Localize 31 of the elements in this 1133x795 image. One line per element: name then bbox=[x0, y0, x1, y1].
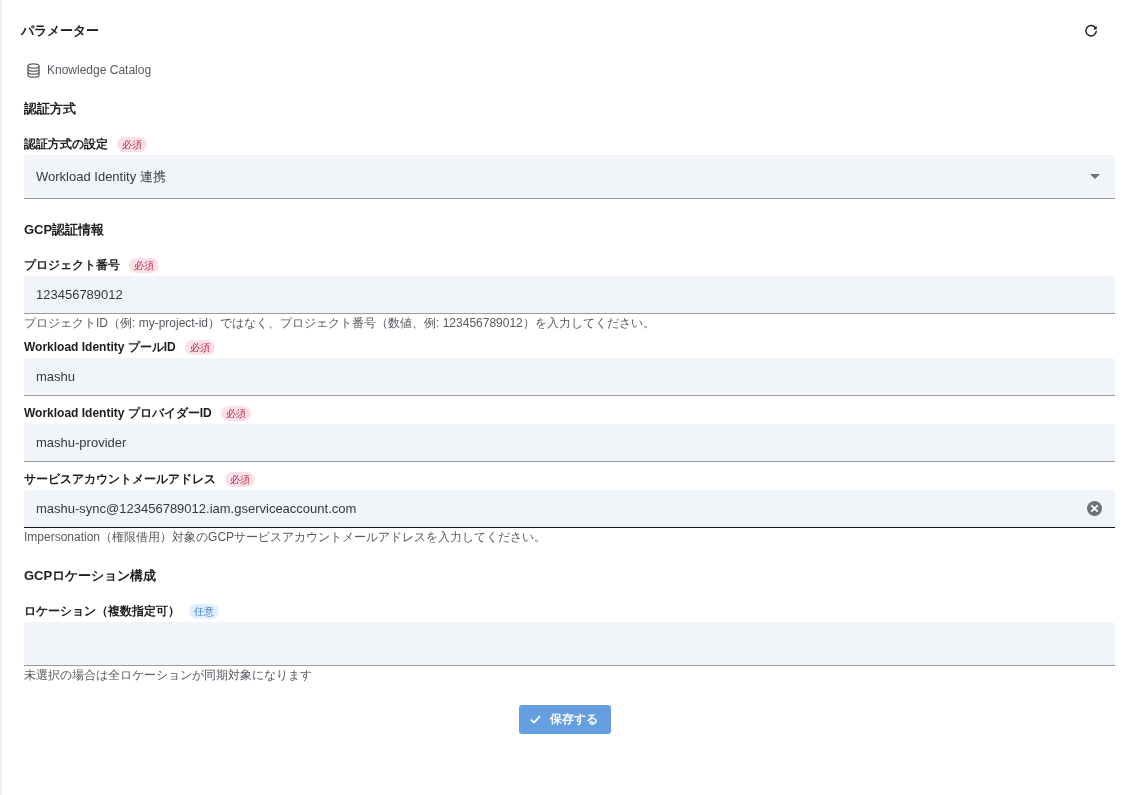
helper-text: プロジェクトID（例: my-project-id）ではなく、プロジェクト番号（数値、例: 123456789012）を入力してください。 bbox=[24, 316, 655, 331]
field-label: ロケーション（複数指定可） bbox=[24, 603, 180, 620]
helper-text: Impersonation（権限借用）対象のGCPサービスアカウントメールアドレスを入力してください。 bbox=[24, 530, 547, 545]
refresh-icon[interactable] bbox=[1084, 24, 1098, 38]
catalog-name: Knowledge Catalog bbox=[47, 62, 152, 79]
field-label: Workload Identity プロバイダーID bbox=[24, 405, 212, 422]
panel-title: パラメーター bbox=[21, 22, 99, 40]
text-input-field[interactable]: 123456789012 bbox=[24, 276, 1115, 314]
dropdown-field[interactable]: Workload Identity 連携 bbox=[24, 155, 1115, 199]
required-tag: 必須 bbox=[117, 137, 147, 152]
required-tag: 必須 bbox=[225, 472, 255, 487]
dropdown-caret-icon bbox=[1090, 174, 1100, 179]
section-heading: GCP認証情報 bbox=[24, 221, 105, 239]
text-input-field[interactable]: mashu-provider bbox=[24, 424, 1115, 462]
database-icon bbox=[27, 62, 40, 78]
section-heading: GCPロケーション構成 bbox=[24, 567, 157, 585]
optional-tag: 任意 bbox=[189, 604, 219, 619]
field-label: サービスアカウントメールアドレス bbox=[24, 471, 216, 488]
required-tag: 必須 bbox=[129, 258, 159, 273]
required-tag: 必須 bbox=[184, 340, 215, 355]
multi-select-field[interactable] bbox=[24, 622, 1115, 666]
check-icon bbox=[530, 715, 541, 724]
clear-icon[interactable] bbox=[1087, 501, 1102, 516]
helper-text: 未選択の場合は全ロケーションが同期対象になります bbox=[24, 668, 312, 683]
section-heading: 認証方式 bbox=[24, 100, 76, 118]
field-label: プロジェクト番号 bbox=[24, 257, 120, 274]
field-label: 認証方式の設定 bbox=[24, 136, 108, 153]
text-input-field[interactable]: mashu bbox=[24, 358, 1115, 396]
text-input-field[interactable]: mashu-sync@123456789012.iam.gserviceaccount.com bbox=[24, 490, 1115, 528]
required-tag: 必須 bbox=[220, 406, 251, 421]
field-label: Workload Identity プールID bbox=[24, 339, 176, 356]
